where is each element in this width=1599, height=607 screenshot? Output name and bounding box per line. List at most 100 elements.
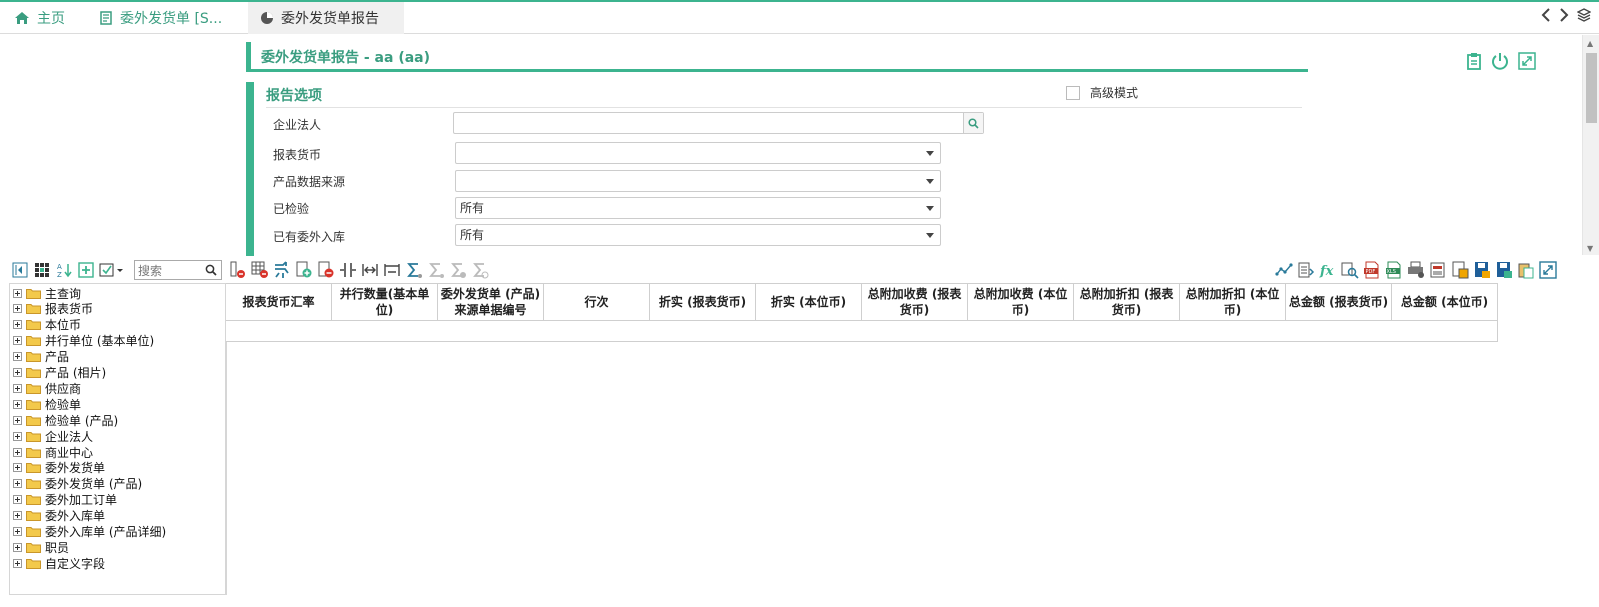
column-header[interactable]: 委外发货单 (产品) 来源单据编号 (438, 284, 544, 321)
legal-entity-input[interactable] (453, 112, 984, 134)
tree-item[interactable]: 委外发货单 (产品) (13, 476, 142, 492)
expand-plus-icon[interactable] (13, 399, 22, 409)
column-header[interactable]: 总附加收费 (本位币) (968, 284, 1074, 321)
expand-plus-icon[interactable] (13, 479, 22, 489)
fit-columns-icon[interactable] (382, 260, 402, 280)
paste-icon[interactable] (1516, 260, 1536, 280)
tree-item[interactable]: 报表货币 (13, 301, 93, 317)
chevron-left-icon[interactable] (1541, 8, 1551, 22)
select-dropdown-icon[interactable] (98, 260, 126, 280)
collapse-panel-icon[interactable] (10, 260, 30, 280)
save-as-icon[interactable] (1494, 260, 1514, 280)
tree-item[interactable]: 委外入库单 (13, 508, 105, 524)
save-layout-icon[interactable] (1450, 260, 1470, 280)
column-header[interactable]: 行次 (544, 284, 650, 321)
column-header[interactable]: 折实 (本位币) (756, 284, 862, 321)
sum-disabled-icon[interactable] (426, 260, 446, 280)
sum-group-disabled-icon[interactable] (448, 260, 468, 280)
column-header[interactable]: 总附加收费 (报表货币) (862, 284, 968, 321)
remove-grid-icon[interactable] (250, 260, 270, 280)
tab-outsourcing-delivery[interactable]: 委外发货单 [S... (100, 2, 222, 34)
tree-item[interactable]: 自定义字段 (13, 555, 105, 571)
split-columns-icon[interactable] (338, 260, 358, 280)
column-header[interactable]: 并行数量(基本单位) (332, 284, 438, 321)
expand-plus-icon[interactable] (13, 431, 22, 441)
clipboard-icon[interactable] (1466, 52, 1482, 70)
column-header[interactable]: 报表货币汇率 (226, 284, 332, 321)
expand-plus-icon[interactable] (13, 368, 22, 377)
advanced-mode-toggle[interactable]: 高级模式 (1066, 84, 1138, 101)
expand-plus-icon[interactable] (13, 511, 22, 521)
add-row-icon[interactable] (294, 260, 314, 280)
tree-item[interactable]: 并行单位 (基本单位) (13, 333, 154, 349)
tab-outsourcing-delivery-report[interactable]: 委外发货单报告 (248, 2, 404, 34)
tree-item[interactable]: 供应商 (13, 380, 81, 396)
preview-search-icon[interactable] (1340, 260, 1360, 280)
inspected-select[interactable]: 所有 (455, 197, 941, 219)
column-settings-icon[interactable] (1296, 260, 1316, 280)
report-doc-icon[interactable] (1428, 260, 1448, 280)
search-icon[interactable] (963, 113, 983, 133)
column-header[interactable]: 总金额 (报表货币) (1286, 284, 1392, 321)
product-data-source-select[interactable] (455, 170, 941, 192)
expand-plus-icon[interactable] (13, 336, 22, 346)
expand-plus-icon[interactable] (13, 415, 22, 425)
chevron-right-icon[interactable] (1559, 8, 1569, 22)
tree-item[interactable]: 主查询 (13, 285, 81, 301)
advanced-mode-checkbox[interactable] (1066, 85, 1080, 100)
tree-item[interactable]: 检验单 (产品) (13, 412, 118, 428)
tree-item[interactable]: 委外发货单 (13, 460, 105, 476)
grid-search-input[interactable]: 搜索 (134, 260, 222, 280)
tree-item[interactable]: 企业法人 (13, 428, 93, 444)
expand-plus-icon[interactable] (13, 558, 22, 568)
excel-icon[interactable]: XLS (1384, 260, 1404, 280)
scroll-thumb[interactable] (1586, 53, 1597, 123)
scrollbar[interactable]: ▲ ▼ (1582, 35, 1599, 255)
expand-plus-icon[interactable] (13, 352, 22, 362)
expand-plus-icon[interactable] (13, 527, 22, 536)
chart-icon[interactable] (1274, 260, 1294, 280)
tree-item[interactable]: 委外加工订单 (13, 492, 117, 508)
power-icon[interactable] (1491, 52, 1509, 70)
tree-item[interactable]: 产品 (13, 349, 69, 365)
tree-item[interactable]: 职员 (13, 539, 69, 555)
print-settings-icon[interactable] (1406, 260, 1426, 280)
column-header[interactable]: 总金额 (本位币) (1392, 284, 1498, 321)
column-header[interactable]: 总附加折扣 (本位币) (1180, 284, 1286, 321)
tree-item[interactable]: 检验单 (13, 396, 81, 412)
tree-item[interactable]: 本位币 (13, 317, 81, 333)
expand-plus-icon[interactable] (13, 542, 22, 552)
delete-row-icon[interactable] (316, 260, 336, 280)
add-icon[interactable] (76, 260, 96, 280)
pivot-icon[interactable] (272, 260, 292, 280)
formula-icon[interactable]: fx (1318, 260, 1338, 280)
expand-plus-icon[interactable] (13, 288, 22, 298)
save-blue-icon[interactable] (1472, 260, 1492, 280)
expand-plus-icon[interactable] (13, 320, 22, 330)
search-icon[interactable] (205, 264, 217, 279)
tree-item[interactable]: 商业中心 (13, 444, 93, 460)
column-header[interactable]: 总附加折扣 (报表货币) (1074, 284, 1180, 321)
column-width-icon[interactable] (360, 260, 380, 280)
grid-view-icon[interactable] (32, 260, 52, 280)
column-header[interactable]: 折实 (报表货币) (650, 284, 756, 321)
report-currency-select[interactable] (455, 142, 941, 164)
expand-plus-icon[interactable] (13, 495, 22, 505)
expand-plus-icon[interactable] (13, 463, 22, 473)
tab-home[interactable]: 主页 (14, 2, 65, 34)
expand-plus-icon[interactable] (13, 447, 22, 457)
tree-item[interactable]: 产品 (相片) (13, 365, 106, 381)
has-outsourced-receipt-select[interactable]: 所有 (455, 224, 941, 246)
scroll-up-icon[interactable]: ▲ (1587, 39, 1593, 48)
expand-plus-icon[interactable] (13, 304, 22, 314)
expand-icon[interactable] (1518, 52, 1536, 70)
tree-item[interactable]: 委外入库单 (产品详细) (13, 524, 166, 540)
pdf-icon[interactable]: PDF (1362, 260, 1382, 280)
expand-plus-icon[interactable] (13, 383, 22, 393)
layers-icon[interactable] (1577, 8, 1591, 22)
fullscreen-icon[interactable] (1538, 260, 1558, 280)
remove-column-icon[interactable] (228, 260, 248, 280)
sum-icon[interactable] (404, 260, 424, 280)
sum-clear-disabled-icon[interactable] (470, 260, 490, 280)
sort-az-icon[interactable]: AZ (54, 260, 74, 280)
